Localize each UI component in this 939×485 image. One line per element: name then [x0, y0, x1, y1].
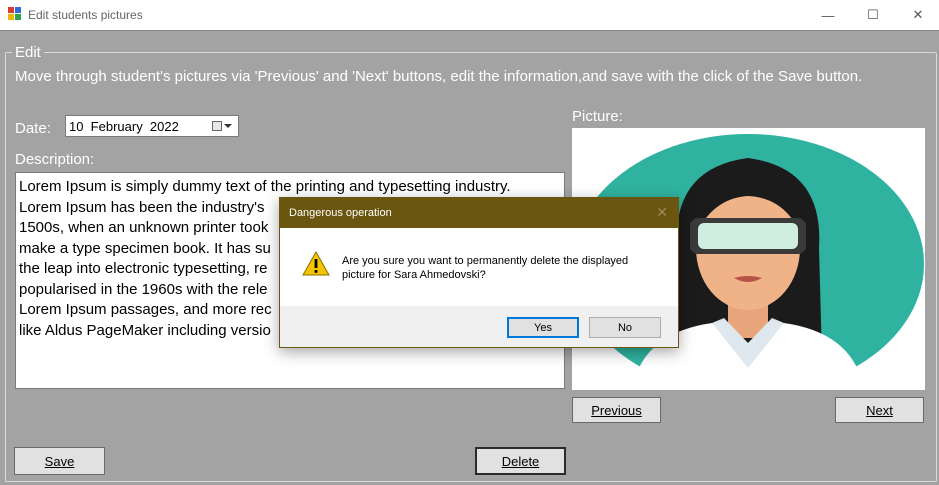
window-title: Edit students pictures — [28, 8, 143, 22]
maximize-icon: ☐ — [867, 7, 879, 22]
maximize-button[interactable]: ☐ — [850, 0, 896, 30]
date-picker[interactable]: 10 February 2022 — [65, 115, 239, 137]
close-button[interactable]: ✕ — [895, 0, 939, 30]
calendar-dropdown-icon[interactable] — [212, 119, 234, 133]
app-icon — [8, 7, 22, 21]
close-icon: ✕ — [912, 7, 924, 22]
date-label: Date: — [15, 120, 51, 137]
picture-label: Picture: — [572, 108, 623, 125]
description-line: Lorem Ipsum is simply dummy text of the … — [19, 178, 511, 195]
window-titlebar: Edit students pictures — ☐ ✕ — [0, 0, 939, 30]
warning-icon — [302, 251, 330, 276]
groupbox-legend: Edit — [12, 44, 44, 61]
delete-button[interactable]: Delete — [475, 447, 566, 475]
yes-button[interactable]: Yes — [507, 317, 579, 338]
dialog-message: Are you sure you want to permanently del… — [342, 255, 629, 281]
save-button[interactable]: Save — [14, 447, 105, 475]
no-button[interactable]: No — [589, 317, 661, 338]
minimize-icon: — — [821, 7, 835, 23]
dialog-titlebar: Dangerous operation ✕ — [280, 198, 678, 228]
previous-button[interactable]: Previous — [572, 397, 661, 423]
confirm-delete-dialog: Dangerous operation ✕ Are you sure you w… — [279, 197, 679, 348]
dialog-close-icon[interactable]: ✕ — [656, 204, 668, 221]
minimize-button[interactable]: — — [805, 0, 851, 30]
description-label: Description: — [15, 151, 95, 168]
next-button[interactable]: Next — [835, 397, 924, 423]
date-value: 10 February 2022 — [69, 118, 179, 134]
instructions-text: Move through student's pictures via 'Pre… — [15, 68, 863, 85]
dialog-title: Dangerous operation — [289, 207, 392, 219]
